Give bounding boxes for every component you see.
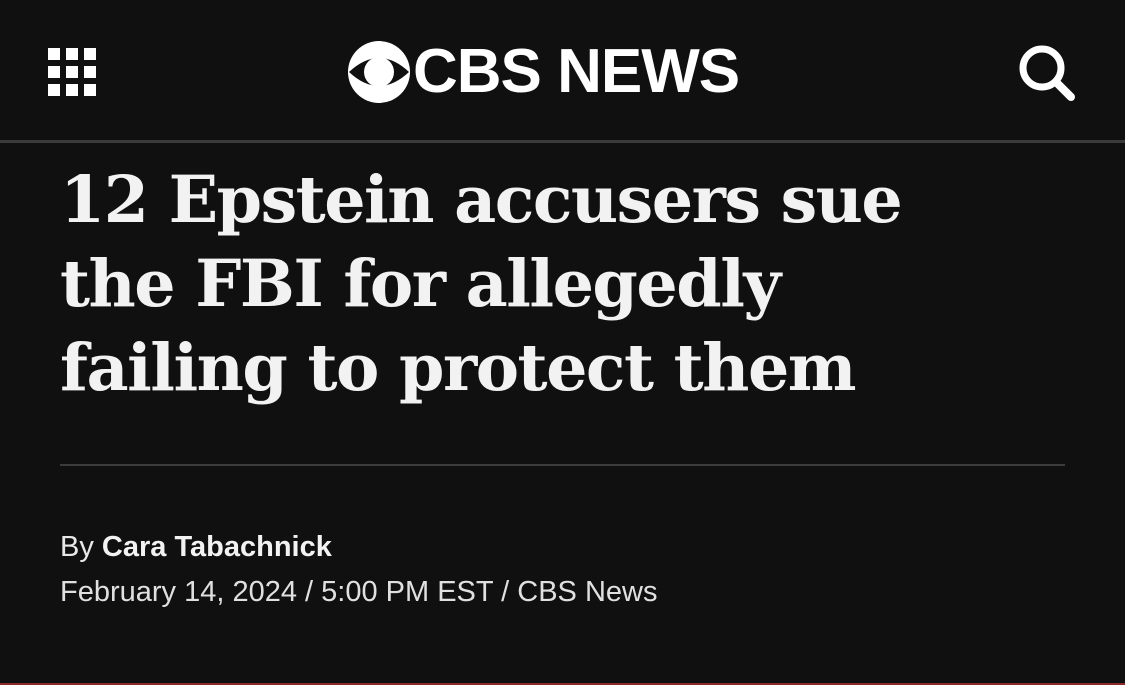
author-link[interactable]: Cara Tabachnick	[102, 531, 332, 563]
menu-button[interactable]	[48, 48, 96, 96]
byline-prefix: By	[60, 531, 102, 563]
headline-line: 12 Epstein accusers sue	[60, 162, 903, 238]
dateline: February 14, 2024 / 5:00 PM EST / CBS Ne…	[60, 573, 657, 611]
cbs-news-logo[interactable]: CBS NEWS	[347, 37, 740, 106]
byline: By Cara Tabachnick	[60, 528, 332, 566]
article-headline: 12 Epstein accusers sue the FBI for alle…	[60, 158, 1060, 410]
grid-menu-icon	[48, 48, 96, 96]
publish-date: February 14, 2024	[60, 576, 297, 608]
headline-line: failing to protect them	[60, 330, 857, 406]
search-button[interactable]	[1018, 44, 1076, 102]
article-source: CBS News	[517, 576, 658, 608]
logo-text: CBS NEWS	[413, 37, 740, 106]
publish-time: 5:00 PM EST	[321, 576, 494, 608]
content-divider	[60, 464, 1065, 466]
dateline-separator: /	[493, 576, 518, 608]
dateline-separator: /	[296, 576, 322, 608]
header-divider	[0, 140, 1125, 143]
search-icon	[1019, 45, 1075, 101]
site-header: CBS NEWS	[0, 0, 1125, 140]
headline-line: the FBI for allegedly	[60, 246, 781, 322]
cbs-eye-icon	[348, 41, 410, 103]
